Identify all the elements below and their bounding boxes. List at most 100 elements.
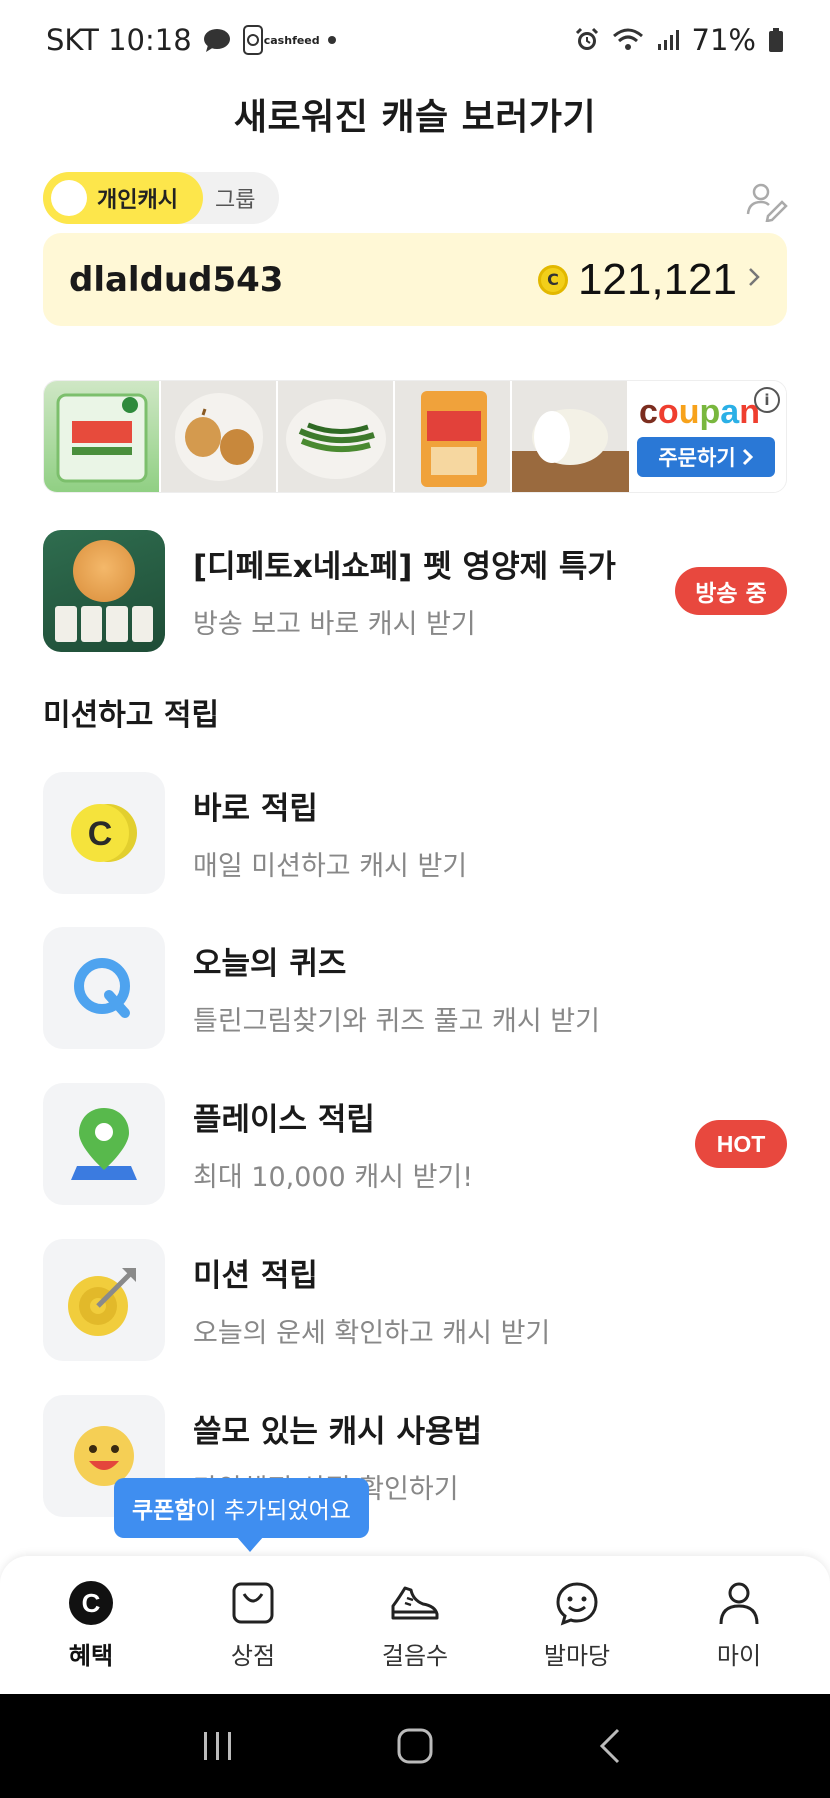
- nav-community[interactable]: 발마당: [502, 1580, 652, 1671]
- cash-type-toggle[interactable]: 개인캐시 그룹: [43, 172, 279, 224]
- nav-label-my: 마이: [716, 1641, 762, 1670]
- battery-text: 71%: [691, 23, 756, 57]
- cash-amount: 121,121: [577, 254, 737, 304]
- coupon-tooltip[interactable]: 쿠폰함 이 추가되었어요: [114, 1478, 369, 1538]
- pomeranian-image: [73, 540, 135, 602]
- page-title[interactable]: 새로워진 캐슬 보러가기: [0, 88, 830, 140]
- wifi-icon: [612, 27, 644, 53]
- mission-title: 쓸모 있는 캐시 사용법: [193, 1414, 483, 1450]
- battery-icon: [768, 27, 784, 53]
- mission-text: 미션 적립 오늘의 운세 확인하고 캐시 받기: [193, 1250, 550, 1350]
- live-thumbnail: [43, 530, 165, 652]
- toggle-group-label[interactable]: 그룹: [215, 182, 255, 214]
- nav-benefit[interactable]: C 혜택: [16, 1580, 166, 1671]
- mission-subtitle: 매일 미션하고 캐시 받기: [193, 851, 468, 882]
- coin-c-icon: C: [43, 772, 165, 894]
- nav-steps[interactable]: 걸음수: [340, 1580, 490, 1671]
- coupang-letter-c: c: [639, 393, 658, 431]
- benefit-c-icon: C: [69, 1580, 113, 1625]
- order-button[interactable]: 주문하기: [637, 437, 775, 477]
- cashfeed-icon: cash feed: [264, 35, 320, 46]
- live-badge: 방송 중: [675, 567, 787, 615]
- coupang-letter-a: a: [720, 393, 740, 431]
- cashfeed-line2: feed: [292, 33, 320, 47]
- mission-text: 오늘의 퀴즈 틀린그림찾기와 퀴즈 풀고 캐시 받기: [193, 938, 600, 1038]
- live-broadcast-item[interactable]: [디페토x네쇼페] 펫 영양제 특가 방송 보고 바로 캐시 받기 방송 중: [43, 530, 787, 652]
- map-pin-icon: [43, 1083, 165, 1205]
- mission-subtitle: 오늘의 운세 확인하고 캐시 받기: [193, 1318, 551, 1349]
- status-right: 71%: [574, 23, 784, 57]
- mission-title: 플레이스 적립: [193, 1102, 375, 1138]
- live-title: [디페토x네쇼페] 펫 영양제 특가: [193, 549, 616, 585]
- mission-item[interactable]: 오늘의 퀴즈 틀린그림찾기와 퀴즈 풀고 캐시 받기: [43, 927, 787, 1049]
- mission-item[interactable]: 플레이스 적립 최대 10,000 캐시 받기! HOT: [43, 1083, 787, 1205]
- chevron-right-icon: [747, 265, 761, 295]
- toggle-personal-cash[interactable]: 개인캐시: [43, 172, 203, 224]
- live-subtitle: 방송 보고 바로 캐시 받기: [193, 609, 476, 640]
- coupang-logo: coupan: [639, 393, 760, 432]
- ad-info-icon[interactable]: i: [754, 387, 780, 413]
- product-boxes-image: [55, 606, 153, 642]
- talk-bubble-icon: [202, 27, 232, 53]
- balance-card[interactable]: dlaldud543 C 121,121: [43, 233, 787, 326]
- hot-badge: HOT: [695, 1120, 787, 1168]
- section-title: 미션하고 적립: [43, 698, 220, 733]
- status-left: SKT 10:18 cash feed: [46, 23, 336, 57]
- home-icon[interactable]: [395, 1726, 435, 1766]
- system-nav-bar: [0, 1694, 830, 1798]
- ad-product-radish: [512, 381, 629, 492]
- coupang-letter-o: o: [657, 393, 679, 431]
- shopping-bag-icon: [232, 1582, 274, 1623]
- tooltip-bold: 쿠폰함: [132, 1498, 196, 1524]
- svg-text:C: C: [88, 815, 113, 853]
- mission-title: 미션 적립: [193, 1258, 318, 1294]
- chat-smile-icon: [556, 1581, 598, 1625]
- mission-text: 바로 적립 매일 미션하고 캐시 받기: [193, 783, 467, 883]
- coupang-ad-banner[interactable]: coupan 주문하기 i: [43, 380, 787, 493]
- coupang-letter-u: u: [678, 393, 700, 431]
- nav-label-benefit: 혜택: [68, 1641, 114, 1670]
- mission-subtitle: 최대 10,000 캐시 받기!: [193, 1162, 474, 1193]
- ad-product-snack: [395, 381, 512, 492]
- chevron-right-icon: [742, 448, 753, 466]
- status-bar: SKT 10:18 cash feed 71%: [0, 0, 830, 80]
- mission-subtitle: 틀린그림찾기와 퀴즈 풀고 캐시 받기: [193, 1006, 600, 1037]
- nav-store[interactable]: 상점: [178, 1580, 328, 1671]
- target-icon: [43, 1239, 165, 1361]
- username: dlaldud543: [69, 259, 284, 300]
- mission-title: 바로 적립: [193, 791, 318, 827]
- live-text: [디페토x네쇼페] 펫 영양제 특가 방송 보고 바로 캐시 받기: [193, 541, 616, 641]
- notification-dot-icon: [327, 36, 336, 44]
- tooltip-arrow: [236, 1536, 264, 1552]
- nav-label-store: 상점: [230, 1641, 276, 1670]
- mission-item[interactable]: C 바로 적립 매일 미션하고 캐시 받기: [43, 772, 787, 894]
- toggle-personal-label: 개인캐시: [97, 188, 178, 213]
- mission-text: 플레이스 적립 최대 10,000 캐시 받기!: [193, 1094, 473, 1194]
- ad-product-peppers: [278, 381, 395, 492]
- bottom-nav: C 혜택 상점 걸음수 발마당 마이: [0, 1556, 830, 1694]
- coupang-panel[interactable]: coupan 주문하기 i: [629, 381, 786, 492]
- mission-item[interactable]: 미션 적립 오늘의 운세 확인하고 캐시 받기: [43, 1239, 787, 1361]
- edit-profile-icon[interactable]: [744, 178, 788, 223]
- carrier-time: SKT 10:18: [46, 23, 192, 57]
- nav-label-steps: 걸음수: [381, 1641, 449, 1670]
- back-icon[interactable]: [592, 1726, 632, 1766]
- toggle-knob: [51, 180, 87, 216]
- signal-icon: [656, 28, 680, 52]
- mission-title: 오늘의 퀴즈: [193, 946, 347, 982]
- balance-amount-group[interactable]: C 121,121: [537, 254, 761, 305]
- nav-my[interactable]: 마이: [664, 1580, 814, 1671]
- quiz-q-icon: [43, 927, 165, 1049]
- ad-product-onion: [161, 381, 278, 492]
- recent-apps-icon[interactable]: [198, 1726, 238, 1766]
- order-button-label: 주문하기: [658, 446, 736, 470]
- person-icon: [719, 1582, 759, 1624]
- nav-label-community: 발마당: [543, 1641, 611, 1670]
- app-icon: [242, 25, 264, 55]
- cashfeed-line1: cash: [263, 33, 293, 47]
- ad-product-tofu: [44, 381, 161, 492]
- coupang-letter-p: p: [699, 393, 721, 431]
- tooltip-text: 이 추가되었어요: [195, 1498, 351, 1524]
- sneaker-icon: [391, 1586, 439, 1619]
- svg-text:C: C: [82, 1588, 101, 1618]
